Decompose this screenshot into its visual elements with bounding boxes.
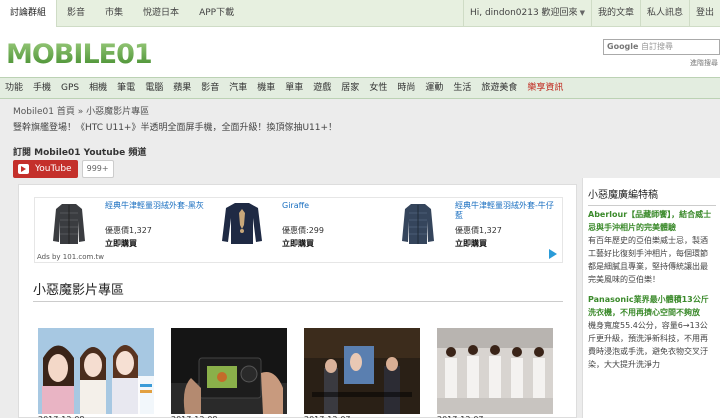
mobile01-logo[interactable]: MOBILE01 [6, 36, 171, 68]
main-panel: 經典牛津輕量羽絨外套-黑灰 優惠價1,327 立即購買 Giraffe 優惠價:… [18, 184, 577, 418]
category-item[interactable]: 蘋果 [168, 78, 196, 98]
ads-by-label: Ads by 101.com.tw [37, 253, 105, 261]
youtube-subscribe-button[interactable]: YouTube [13, 160, 78, 178]
private-message-link[interactable]: 私人訊息 [639, 0, 689, 27]
video-section-heading: 小惡魔影片專區 [33, 283, 125, 298]
category-item[interactable]: 功能 [0, 78, 28, 98]
divider [33, 301, 563, 302]
category-item[interactable]: 旅遊美食 [476, 78, 522, 98]
breadcrumb[interactable]: Mobile01 首頁 » 小惡魔影片專區 [13, 104, 149, 117]
sweater-image[interactable] [221, 201, 263, 245]
ad-buy-button[interactable]: 立即購買 [282, 238, 314, 249]
ad-product-price: 優惠價:299 [282, 226, 324, 235]
jacket-image[interactable] [52, 201, 86, 245]
ad-product-title[interactable]: 經典牛津輕量羽絨外套-牛仔藍 [455, 201, 560, 221]
category-item[interactable]: 單車 [280, 78, 308, 98]
category-item[interactable]: GPS [56, 78, 84, 98]
ad-product-price: 優惠價1,327 [105, 226, 152, 235]
category-item[interactable]: 生活 [448, 78, 476, 98]
category-item[interactable]: 手機 [28, 78, 56, 98]
ad-product-title[interactable]: Giraffe [282, 201, 309, 211]
video-thumbnail[interactable] [171, 328, 287, 414]
youtube-icon [18, 164, 29, 174]
caret-down-icon: ▼ [579, 9, 585, 17]
ad-product-title[interactable]: 經典牛津輕量羽絨外套-黑灰 [105, 201, 210, 211]
category-item[interactable]: 女性 [364, 78, 392, 98]
sidebar-article-title[interactable]: Panasonic業界最小體積13公斤洗衣機，不用再擠心空間不夠放 [588, 295, 709, 317]
advanced-search-link[interactable]: 進階搜尋 [690, 58, 718, 68]
video-thumbnail[interactable] [437, 328, 553, 414]
user-greeting-text: Hi, dindon0213 歡迎回來 [469, 8, 578, 18]
category-item[interactable]: 相機 [84, 78, 112, 98]
category-item[interactable]: 汽車 [224, 78, 252, 98]
category-item-highlight[interactable]: 樂享資訊 [522, 78, 568, 98]
header: MOBILE01 Google 自訂搜尋 進階搜尋 [0, 27, 720, 77]
user-greeting[interactable]: Hi, dindon0213 歡迎回來 ▼ [462, 0, 591, 27]
video-thumbnail[interactable] [38, 328, 154, 414]
top-nav-market[interactable]: 市集 [95, 0, 133, 27]
sidebar: 小惡魔廣編特稿 Aberlour【品藏師饗】，結合威士忌與手沖相片的完美體驗 有… [582, 178, 720, 418]
top-nav: 討論群組 影音 市集 悅遊日本 APP下載 [0, 0, 244, 28]
search-brand: Google [607, 42, 639, 51]
top-nav-forum[interactable]: 討論群組 [0, 0, 58, 28]
promo-link[interactable]: 豎幹旗艦登場！《HTC U11+》半透明全面屏手機，全面升級！換頂傢抽U11+！ [13, 120, 337, 133]
ad-buy-button[interactable]: 立即購買 [105, 238, 137, 249]
category-item[interactable]: 居家 [336, 78, 364, 98]
top-nav-video[interactable]: 影音 [57, 0, 95, 27]
logout-link[interactable]: 登出 [688, 0, 720, 27]
category-item[interactable]: 時尚 [392, 78, 420, 98]
youtube-subscribe: YouTube 999+ [13, 160, 114, 178]
logo-text: MOBILE01 [6, 39, 152, 68]
divider [588, 205, 716, 206]
category-item[interactable]: 機車 [252, 78, 280, 98]
ad-product-price: 優惠價1,327 [455, 226, 502, 235]
top-nav-japan[interactable]: 悅遊日本 [133, 0, 189, 27]
jacket-image[interactable] [401, 201, 435, 245]
category-item[interactable]: 影音 [196, 78, 224, 98]
ad-banner: 經典牛津輕量羽絨外套-黑灰 優惠價1,327 立即購買 Giraffe 優惠價:… [34, 197, 563, 263]
sidebar-heading: 小惡魔廣編特稿 [588, 190, 658, 201]
top-nav-app[interactable]: APP下載 [189, 0, 244, 27]
youtube-subscribe-title: 訂閱 Mobile01 Youtube 頻道 [13, 148, 147, 158]
sidebar-article-title[interactable]: Aberlour【品藏師饗】，結合威士忌與手沖相片的完美體驗 [588, 210, 711, 232]
search-placeholder: 自訂搜尋 [641, 42, 673, 51]
ad-choices-icon[interactable] [549, 249, 557, 259]
sidebar-article-body: 有百年歷史的亞伯樂威士忌，製酒工藝好比復刻手沖相片，每個環節都是細膩且專業，堅持… [588, 236, 708, 284]
category-nav: 功能 手機 GPS 相機 筆電 電腦 蘋果 影音 汽車 機車 單車 遊戲 居家 … [0, 77, 720, 99]
sidebar-article: Aberlour【品藏師饗】，結合威士忌與手沖相片的完美體驗 有百年歷史的亞伯樂… [588, 208, 714, 371]
subscriber-count: 999+ [81, 160, 114, 178]
my-posts-link[interactable]: 我的文章 [590, 0, 640, 27]
search-input[interactable]: Google 自訂搜尋 [603, 39, 720, 55]
category-item[interactable]: 運動 [420, 78, 448, 98]
video-thumbnail[interactable] [304, 328, 420, 414]
youtube-button-label: YouTube [35, 164, 72, 174]
category-item[interactable]: 電腦 [140, 78, 168, 98]
category-item[interactable]: 筆電 [112, 78, 140, 98]
top-bar: 討論群組 影音 市集 悅遊日本 APP下載 Hi, dindon0213 歡迎回… [0, 0, 720, 28]
ad-buy-button[interactable]: 立即購買 [455, 238, 487, 249]
sidebar-article-body: 機身寬度55.4公分，容量6→13公斤更升級，預洗淨新科技，不用再費時浸泡或手洗… [588, 321, 708, 369]
category-item[interactable]: 遊戲 [308, 78, 336, 98]
user-nav: Hi, dindon0213 歡迎回來 ▼ 我的文章 私人訊息 登出 [462, 0, 720, 27]
